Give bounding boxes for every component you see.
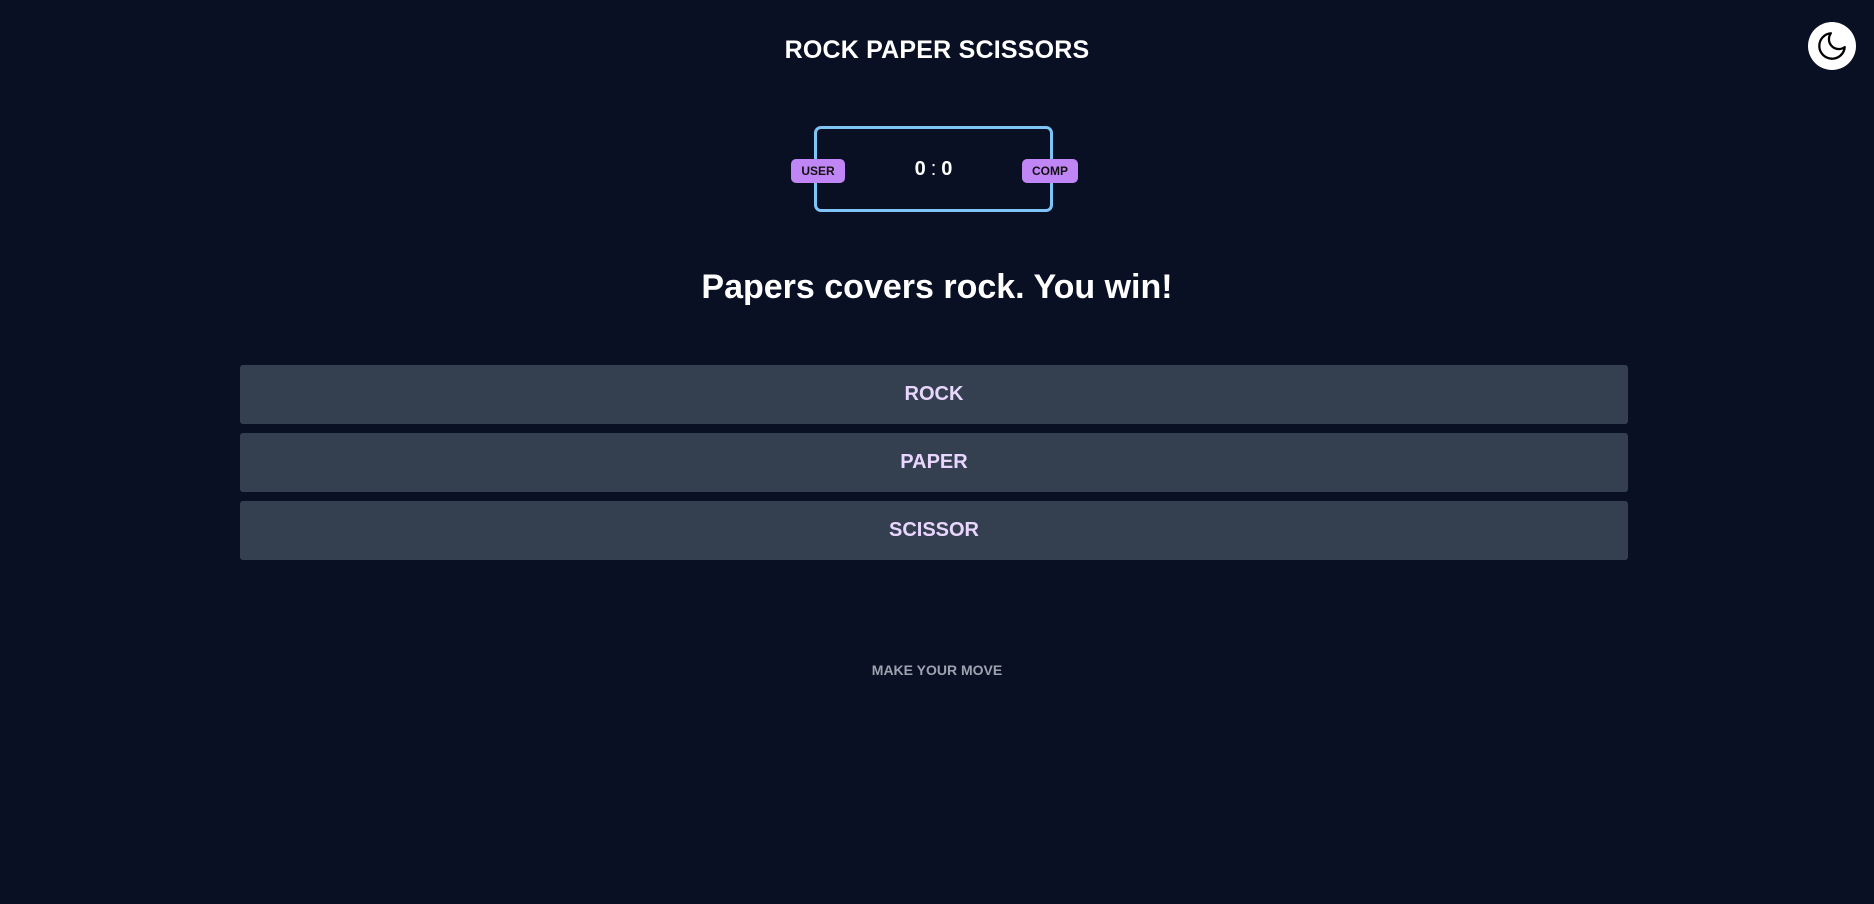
scissor-button[interactable]: SCISSOR [240, 501, 1628, 560]
result-message: Papers covers rock. You win! [701, 268, 1173, 306]
comp-badge: COMP [1022, 159, 1078, 183]
paper-button[interactable]: PAPER [240, 433, 1628, 492]
score-display: 0 : 0 [817, 129, 1050, 209]
user-score: 0 [914, 157, 926, 180]
scoreboard: 0 : 0 USER COMP [791, 126, 1078, 212]
comp-score: 0 [941, 157, 953, 180]
user-badge: USER [791, 159, 845, 183]
moon-icon [1818, 32, 1846, 60]
move-buttons: ROCK PAPER SCISSOR [240, 365, 1628, 569]
theme-toggle-button[interactable] [1808, 22, 1856, 70]
score-separator: : [930, 157, 937, 180]
move-hint: MAKE YOUR MOVE [871, 662, 1003, 678]
page-title: ROCK PAPER SCISSORS [784, 36, 1090, 64]
rock-button[interactable]: ROCK [240, 365, 1628, 424]
